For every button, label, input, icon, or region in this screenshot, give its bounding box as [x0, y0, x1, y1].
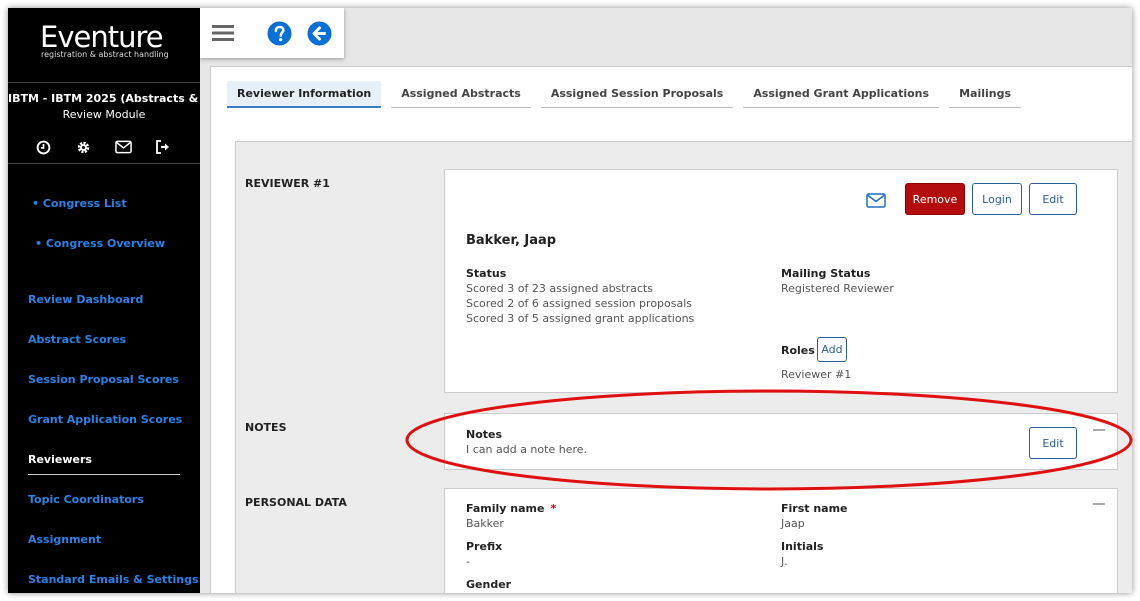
- edit-reviewer-button[interactable]: Edit: [1029, 183, 1077, 215]
- tab-mailings[interactable]: Mailings: [949, 81, 1022, 108]
- sidebar-divider: [8, 82, 200, 83]
- reviewer-section-label: REVIEWER #1: [245, 177, 330, 190]
- clock-icon[interactable]: [34, 138, 52, 156]
- nav-abstract-scores[interactable]: Abstract Scores: [28, 333, 126, 346]
- initials-value: J.: [781, 555, 788, 568]
- required-mark: *: [550, 502, 557, 515]
- tab-assigned-session-proposals[interactable]: Assigned Session Proposals: [540, 81, 734, 108]
- prefix-label: Prefix: [466, 540, 503, 553]
- notes-label: Notes: [466, 428, 503, 441]
- sidebar-divider: [8, 163, 200, 164]
- tab-assigned-grant-applications[interactable]: Assigned Grant Applications: [743, 81, 940, 108]
- back-arrow-icon[interactable]: [306, 20, 332, 46]
- edit-notes-button[interactable]: Edit: [1029, 427, 1077, 459]
- notes-card: Notes I can add a note here. Edit: [444, 413, 1118, 470]
- module-title: Review Module: [62, 108, 146, 121]
- collapse-icon[interactable]: [1093, 503, 1105, 505]
- nav-grant-application-scores[interactable]: Grant Application Scores: [28, 413, 182, 426]
- logout-icon[interactable]: [154, 138, 172, 156]
- nav-topic-coordinators[interactable]: Topic Coordinators: [28, 493, 144, 506]
- notes-value: I can add a note here.: [466, 443, 587, 456]
- reviewer-name: Bakker, Jaap: [466, 233, 557, 248]
- personal-data-section-label: PERSONAL DATA: [245, 496, 347, 509]
- login-button[interactable]: Login: [972, 183, 1022, 215]
- status-line: Scored 3 of 5 assigned grant application…: [466, 312, 695, 325]
- nav-congress-list[interactable]: • Congress List: [32, 197, 127, 210]
- status-line: Scored 2 of 6 assigned session proposals: [466, 297, 693, 310]
- tab-bar: Reviewer Information Assigned Abstracts …: [227, 81, 1031, 108]
- family-name-value: Bakker: [466, 517, 504, 530]
- sidebar-icons: [34, 138, 172, 156]
- gear-icon[interactable]: [74, 138, 92, 156]
- mailing-status-label: Mailing Status: [781, 267, 871, 280]
- status-label: Status: [466, 267, 507, 280]
- tab-reviewer-information[interactable]: Reviewer Information: [227, 81, 382, 108]
- notes-section-label: NOTES: [245, 421, 287, 434]
- personal-data-card: Family name * Bakker First name Jaap Pref…: [444, 488, 1118, 593]
- menu-icon[interactable]: [210, 20, 236, 46]
- remove-button[interactable]: Remove: [905, 183, 965, 215]
- reviewer-content: REVIEWER #1 Remove Login Edit Bakker, Ja…: [235, 141, 1132, 593]
- family-name-label: Family name *: [466, 502, 556, 515]
- eventure-logo[interactable]: Eventure registration & abstract handlin…: [40, 22, 180, 59]
- nav-standard-emails-settings[interactable]: Standard Emails & Settings: [28, 573, 199, 586]
- initials-label: Initials: [781, 540, 824, 553]
- app-window: Eventure registration & abstract handlin…: [8, 8, 1132, 593]
- nav-congress-overview[interactable]: • Congress Overview: [35, 237, 165, 250]
- reviewer-card: Remove Login Edit Bakker, Jaap Status Sc…: [444, 169, 1118, 393]
- first-name-label: First name: [781, 502, 848, 515]
- sidebar: Eventure registration & abstract handlin…: [8, 8, 200, 593]
- nav-assignment[interactable]: Assignment: [28, 533, 101, 546]
- nav-session-proposal-scores[interactable]: Session Proposal Scores: [28, 373, 179, 386]
- congress-title: IBTM - IBTM 2025 (Abstracts & Par...: [8, 92, 200, 105]
- gender-label: Gender: [466, 578, 512, 591]
- status-line: Scored 3 of 23 assigned abstracts: [466, 282, 653, 295]
- logo-tagline: registration & abstract handling: [41, 50, 169, 59]
- nav-active-underline: [28, 474, 180, 475]
- top-toolbar: [200, 8, 344, 58]
- envelope-icon[interactable]: [864, 189, 888, 211]
- nav-reviewers[interactable]: Reviewers: [28, 453, 92, 466]
- help-icon[interactable]: [266, 20, 292, 46]
- prefix-value: -: [466, 555, 470, 568]
- envelope-icon[interactable]: [114, 138, 132, 156]
- logo-name: Eventure: [40, 20, 164, 54]
- family-name-label-text: Family name: [466, 502, 545, 515]
- add-role-button[interactable]: Add: [817, 337, 847, 362]
- nav-review-dashboard[interactable]: Review Dashboard: [28, 293, 143, 306]
- main-panel: Reviewer Information Assigned Abstracts …: [210, 66, 1132, 593]
- first-name-value: Jaap: [781, 517, 805, 530]
- mailing-status-value: Registered Reviewer: [781, 282, 894, 295]
- collapse-icon[interactable]: [1093, 429, 1105, 431]
- roles-label: Roles: [781, 344, 815, 357]
- tab-assigned-abstracts[interactable]: Assigned Abstracts: [391, 81, 531, 108]
- role-value: Reviewer #1: [781, 368, 852, 381]
